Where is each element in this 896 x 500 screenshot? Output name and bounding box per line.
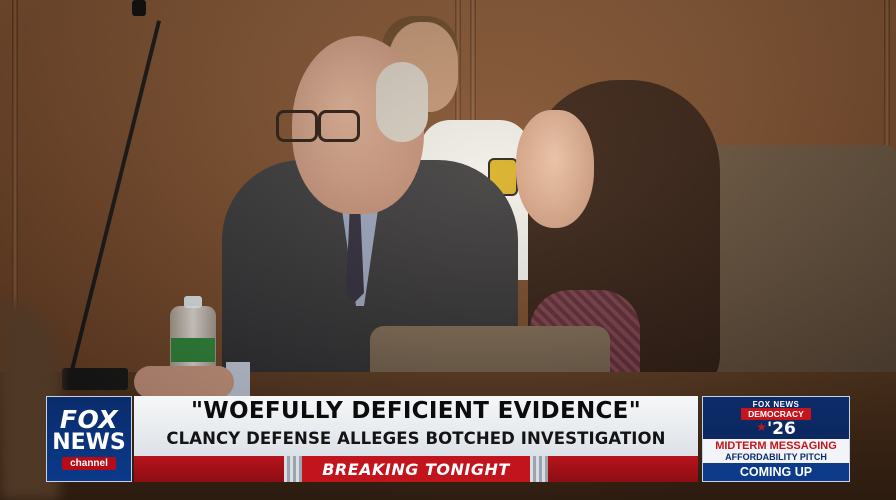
promo-title: MIDTERM MESSAGING [715,440,837,452]
logo-channel-text: channel [62,457,116,470]
subhead-text: CLANCY DEFENSE ALLEGES BOTCHED INVESTIGA… [166,429,666,448]
fox-news-logo: FOX NEWS channel [46,396,132,482]
promo-year: ★'26 [703,419,849,439]
headline-text: "WOEFULLY DEFICIENT EVIDENCE" [191,398,641,424]
headline-box: "WOEFULLY DEFICIENT EVIDENCE" CLANCY DEF… [134,396,698,456]
star-icon: ★ [756,420,767,434]
coming-up-promo: FOX NEWS DEMOCRACY ★'26 MIDTERM MESSAGIN… [702,396,850,482]
promo-cta: COMING UP [703,463,849,481]
promo-title-box: MIDTERM MESSAGING AFFORDABILITY PITCH [703,439,849,463]
promo-year-text: '26 [766,419,796,439]
promo-subtitle: AFFORDABILITY PITCH [725,452,827,462]
lower-third-graphic: FOX NEWS channel "WOEFULLY DEFICIENT EVI… [46,396,850,482]
breaking-text: BREAKING TONIGHT [322,460,510,479]
breaking-banner: BREAKING TONIGHT [134,456,698,482]
logo-news-text: NEWS [52,430,126,455]
logo-fox-text: FOX [59,405,119,434]
